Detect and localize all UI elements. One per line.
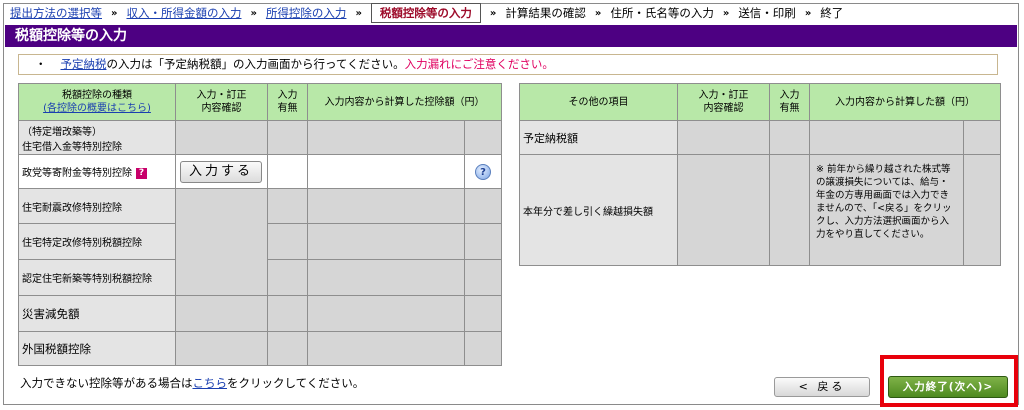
- header-input-status: 入力 有無: [267, 83, 308, 121]
- cell-help: [464, 259, 502, 296]
- notice-link-yotei-nouzei[interactable]: 予定納税: [61, 57, 107, 71]
- cell-amount: [307, 223, 465, 260]
- breadcrumb-separator: »: [250, 7, 257, 19]
- cell-input: [175, 188, 268, 296]
- question-icon[interactable]: ?: [475, 163, 491, 180]
- row-label-certified-housing: 認定住宅新築等特別税額控除: [18, 259, 176, 296]
- cell-status: [267, 154, 308, 189]
- breadcrumb-separator: »: [804, 7, 812, 19]
- cell-help: [464, 188, 502, 224]
- cell-amount: [307, 331, 465, 366]
- table-row: 外国税額控除: [18, 331, 502, 366]
- carryover-loss-note: ※ 前年から繰り越された株式等の譲渡損失については、給与・年金の方専用画面では入…: [809, 154, 964, 266]
- header-credit-type: 税額控除の種類 (各控除の概要はこちら): [18, 83, 176, 121]
- row-label-specific-renovation: 住宅特定改修特別税額控除: [18, 223, 176, 260]
- cell-status: [267, 331, 308, 366]
- cell-amount: [307, 120, 465, 155]
- breadcrumb-step-3[interactable]: 所得控除の入力: [266, 5, 347, 21]
- credit-overview-link[interactable]: (各控除の概要はこちら): [19, 102, 175, 115]
- cell-input: [677, 154, 770, 266]
- bottom-link-here[interactable]: こちら: [193, 376, 228, 390]
- bottom-text-before: 入力できない控除等がある場合は: [20, 376, 193, 390]
- breadcrumb-step-current: 税額控除等の入力: [370, 3, 481, 23]
- header-input-confirm: 入力・訂正 内容確認: [175, 83, 268, 121]
- other-items-table: その他の項目 入力・訂正 内容確認 入力 有無 入力内容から計算した額（円） 予…: [519, 83, 1001, 266]
- row-label-text: 政党等寄附金等特別控除: [22, 168, 132, 179]
- breadcrumb-step-1[interactable]: 提出方法の選択等: [10, 5, 102, 21]
- cell-amount: [809, 120, 964, 155]
- bottom-instruction: 入力できない控除等がある場合はこちらをクリックしてください。: [20, 375, 364, 391]
- cell-input: [175, 331, 268, 366]
- header-calculated-amount: 入力内容から計算した額（円）: [809, 83, 1001, 121]
- row-label-carryover-loss: 本年分で差し引く繰越損失額: [519, 154, 678, 266]
- cell-status: [769, 154, 810, 266]
- breadcrumb-separator: »: [489, 7, 497, 19]
- help-icon[interactable]: ?: [136, 167, 147, 179]
- next-button[interactable]: 入力終了(次へ)>: [888, 376, 1008, 398]
- header-input-confirm: 入力・訂正 内容確認: [677, 83, 770, 121]
- breadcrumb-step-7: 送信・印刷: [738, 6, 796, 20]
- header-input-status: 入力 有無: [769, 83, 810, 121]
- notice-text: の入力は「予定納税額」の入力画面から行ってください。: [106, 57, 405, 71]
- cell-amount: [307, 188, 465, 224]
- row-label-line1: （特定増改築等）: [22, 126, 102, 138]
- notice-box: ・予定納税の入力は「予定納税額」の入力画面から行ってください。入力漏れにご注意く…: [18, 54, 998, 75]
- cell-help: [963, 154, 1001, 266]
- table-row: 災害減免額: [18, 295, 502, 332]
- breadcrumb-separator: »: [111, 7, 118, 19]
- breadcrumb-step-8: 終了: [820, 6, 844, 20]
- cell-status: [769, 120, 810, 155]
- cell-amount: [307, 295, 465, 332]
- breadcrumb-step-2[interactable]: 収入・所得金額の入力: [126, 5, 241, 21]
- table-row: 政党等寄附金等特別控除? 入力する ?: [18, 154, 502, 189]
- cell-amount: [307, 154, 465, 189]
- cell-status: [267, 223, 308, 260]
- row-label-political-donation: 政党等寄附金等特別控除?: [18, 154, 176, 189]
- cell-input: [175, 120, 268, 155]
- cell-status: [267, 259, 308, 296]
- bottom-text-after: をクリックしてください。: [227, 376, 365, 390]
- cell-input: [175, 295, 268, 332]
- header-credit-type-label: 税額控除の種類: [62, 90, 132, 101]
- header-calculated-amount: 入力内容から計算した控除額（円）: [307, 83, 502, 121]
- breadcrumb-step-5: 計算結果の確認: [505, 6, 586, 20]
- row-label-foreign-tax: 外国税額控除: [18, 331, 176, 366]
- row-label-disaster-relief: 災害減免額: [18, 295, 176, 332]
- row-label-housing-loan: （特定増改築等） 住宅借入金等特別控除: [18, 120, 176, 155]
- cell-amount: [307, 259, 465, 296]
- breadcrumb-step-6: 住所・氏名等の入力: [610, 6, 714, 20]
- breadcrumb: 提出方法の選択等 » 収入・所得金額の入力 » 所得控除の入力 » 税額控除等の…: [10, 2, 1015, 24]
- cell-status: [267, 188, 308, 224]
- cell-help: [464, 331, 502, 366]
- breadcrumb-separator: »: [355, 7, 362, 19]
- page-title: 税額控除等の入力: [5, 25, 1017, 47]
- row-label-estimated-tax: 予定納税額: [519, 120, 678, 155]
- cell-input: [677, 120, 770, 155]
- cell-help: [464, 223, 502, 260]
- enter-button-political-donation[interactable]: 入力する: [180, 160, 262, 183]
- table-row: 住宅耐震改修特別控除: [18, 188, 502, 296]
- cell-input: 入力する: [175, 154, 268, 189]
- cell-status: [267, 295, 308, 332]
- breadcrumb-separator: »: [594, 7, 602, 19]
- table-row: 本年分で差し引く繰越損失額 ※ 前年から繰り越された株式等の譲渡損失については、…: [519, 154, 1001, 266]
- cell-help: [464, 295, 502, 332]
- table-row: 予定納税額: [519, 120, 1001, 155]
- cell-help: [963, 120, 1001, 155]
- notice-bullet: ・: [35, 57, 47, 71]
- header-other-items: その他の項目: [519, 83, 678, 121]
- row-label-seismic-retrofit: 住宅耐震改修特別控除: [18, 188, 176, 224]
- table-row: （特定増改築等） 住宅借入金等特別控除: [18, 120, 502, 155]
- notice-warning: 入力漏れにご注意ください。: [404, 57, 554, 71]
- back-button[interactable]: < 戻る: [774, 377, 870, 397]
- tax-credit-table: 税額控除の種類 (各控除の概要はこちら) 入力・訂正 内容確認 入力 有無 入力…: [18, 83, 502, 366]
- row-label-line2: 住宅借入金等特別控除: [22, 141, 122, 153]
- cell-status: [267, 120, 308, 155]
- cell-help: ?: [464, 154, 502, 189]
- breadcrumb-separator: »: [722, 7, 730, 19]
- cell-help: [464, 120, 502, 155]
